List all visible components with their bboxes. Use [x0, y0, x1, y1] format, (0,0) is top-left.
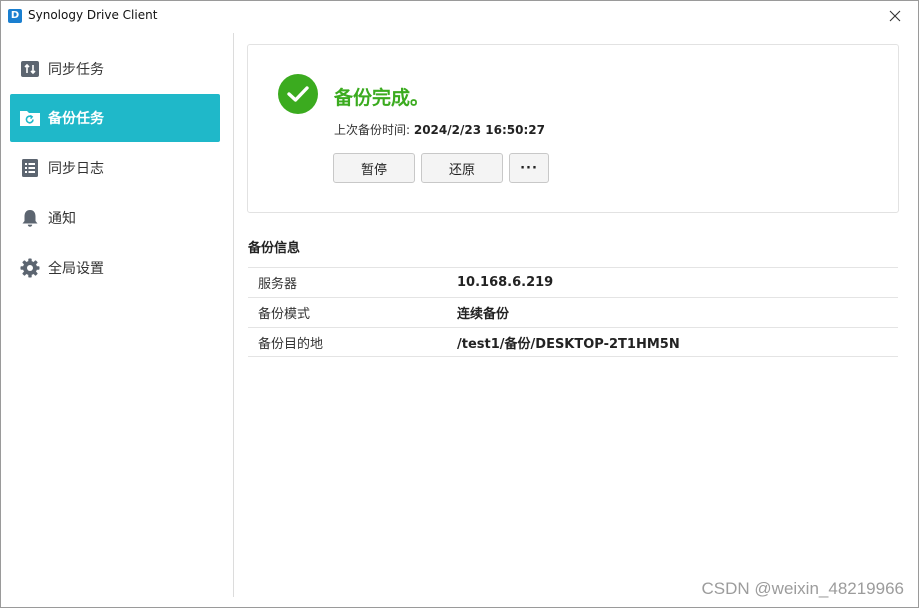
- sidebar-item-label: 同步任务: [48, 62, 104, 78]
- sidebar-item-label: 全局设置: [48, 261, 104, 277]
- last-backup-time: 上次备份时间: 2024/2/23 16:50:27: [334, 121, 545, 138]
- backup-info-table: 服务器 10.168.6.219 备份模式 连续备份 备份目的地 /test1/…: [248, 267, 898, 357]
- backup-info-title: 备份信息: [248, 241, 301, 256]
- title-bar: D Synology Drive Client: [1, 1, 918, 33]
- table-row: 备份目的地 /test1/备份/DESKTOP-2T1HM5N: [248, 327, 898, 357]
- gear-icon: [19, 257, 41, 279]
- success-check-icon: [278, 74, 318, 114]
- sidebar-item-label: 备份任务: [48, 111, 104, 127]
- backup-folder-icon: [19, 107, 41, 129]
- sidebar-item-backup-tasks[interactable]: 备份任务: [10, 94, 220, 142]
- sidebar: 同步任务 备份任务 同步日志 通知 全局设置: [1, 33, 234, 597]
- sidebar-item-label: 通知: [48, 211, 76, 227]
- sidebar-item-sync-log[interactable]: 同步日志: [10, 144, 220, 192]
- table-row: 服务器 10.168.6.219: [248, 267, 898, 297]
- info-key: 备份模式: [258, 307, 311, 322]
- sync-arrows-icon: [19, 58, 41, 80]
- restore-button[interactable]: 还原: [421, 153, 503, 183]
- app-window: D Synology Drive Client 同步任务 备份任务 同步日志 通…: [0, 0, 919, 608]
- last-backup-value: 2024/2/23 16:50:27: [413, 123, 545, 137]
- last-backup-label: 上次备份时间:: [334, 123, 414, 137]
- info-value: 连续备份: [457, 307, 510, 322]
- close-icon: [889, 10, 901, 22]
- table-row: 备份模式 连续备份: [248, 297, 898, 327]
- sidebar-item-global-settings[interactable]: 全局设置: [10, 244, 220, 292]
- bell-icon: [19, 207, 41, 229]
- backup-status-title: 备份完成。: [334, 87, 430, 109]
- sidebar-item-sync-tasks[interactable]: 同步任务: [10, 45, 220, 93]
- sidebar-item-label: 同步日志: [48, 161, 104, 177]
- sidebar-item-notifications[interactable]: 通知: [10, 194, 220, 242]
- log-list-icon: [19, 157, 41, 179]
- info-value: 10.168.6.219: [457, 275, 554, 290]
- watermark: CSDN @weixin_48219966: [701, 579, 904, 598]
- info-key: 服务器: [258, 277, 298, 292]
- info-value: /test1/备份/DESKTOP-2T1HM5N: [457, 336, 680, 352]
- info-key: 备份目的地: [258, 336, 324, 352]
- synology-drive-app-icon: D: [8, 9, 22, 23]
- more-options-button[interactable]: ···: [509, 153, 549, 183]
- backup-status-card: 备份完成。 上次备份时间: 2024/2/23 16:50:27 暂停 还原 ·…: [247, 44, 899, 213]
- close-button[interactable]: [872, 1, 918, 31]
- pause-button[interactable]: 暂停: [333, 153, 415, 183]
- window-title: Synology Drive Client: [28, 8, 158, 22]
